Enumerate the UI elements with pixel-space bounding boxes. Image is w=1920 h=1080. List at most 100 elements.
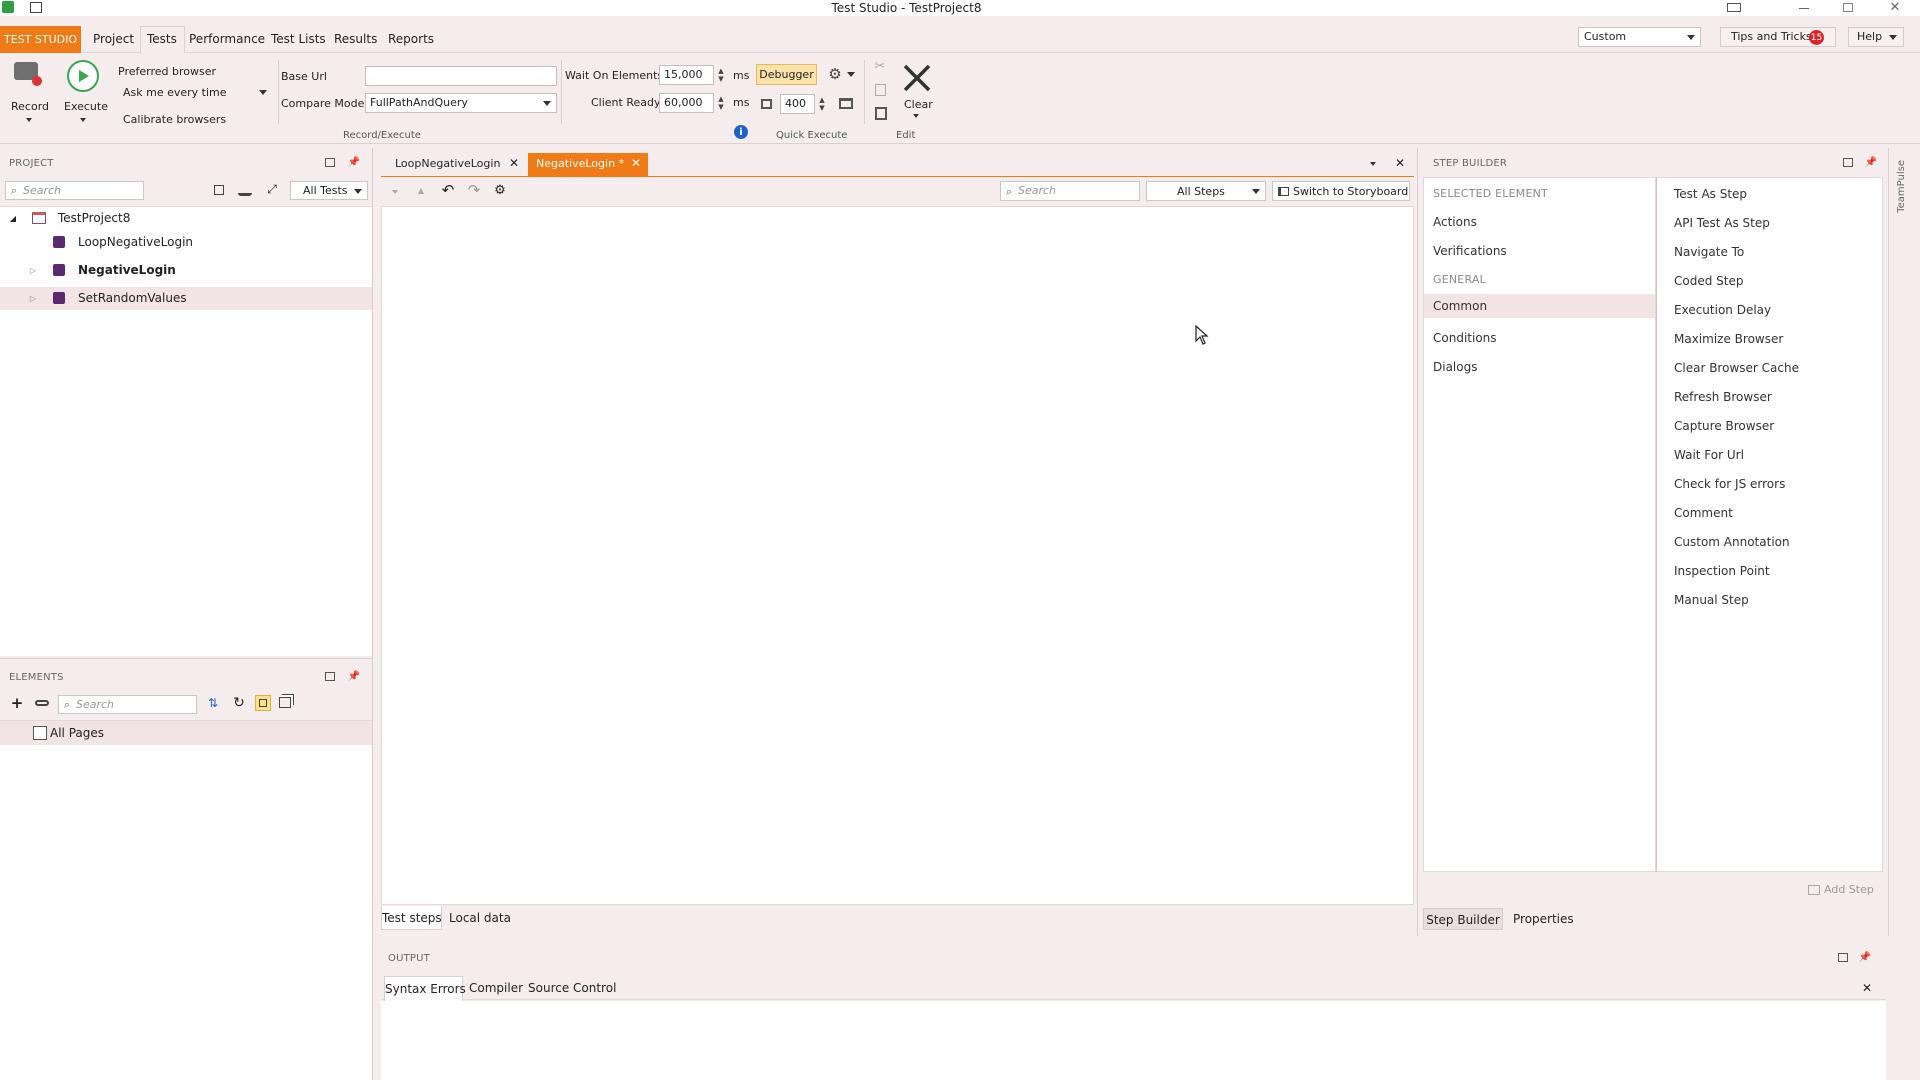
client-ready-spinner[interactable]: ▲ ▼ [715, 93, 727, 113]
tab-performance[interactable]: Performance [189, 31, 265, 47]
lock-icon[interactable] [761, 99, 772, 109]
link-icon[interactable] [35, 700, 49, 706]
info-icon[interactable]: i [734, 125, 748, 139]
step-settings-icon[interactable]: ⚙ [492, 182, 508, 198]
move-down-icon[interactable] [392, 190, 398, 194]
tab-negative-login-active[interactable]: NegativeLogin * ✕ [528, 153, 648, 176]
teampulse-side-tab[interactable]: TeamPulse [1888, 148, 1920, 936]
tree-node-all-pages[interactable]: All Pages [0, 721, 372, 745]
step-custom-annotation[interactable]: Custom Annotation [1674, 535, 1790, 549]
tree-item-test[interactable]: LoopNegativeLogin [0, 231, 372, 254]
close-window-icon[interactable]: ✕ [1888, 0, 1902, 15]
tab-project[interactable]: Project [93, 31, 134, 47]
step-capture-browser[interactable]: Capture Browser [1674, 419, 1774, 433]
tree-node-root[interactable]: ◢ TestProject8 [0, 207, 372, 230]
pin-icon[interactable]: 📌 [1859, 950, 1871, 964]
float-panel-icon[interactable] [1843, 158, 1853, 167]
tab-properties[interactable]: Properties [1513, 908, 1574, 930]
close-output-icon[interactable]: ✕ [1860, 981, 1874, 995]
step-clear-browser-cache[interactable]: Clear Browser Cache [1674, 361, 1799, 375]
tab-reports[interactable]: Reports [388, 31, 434, 47]
undo-icon[interactable]: ↶ [440, 181, 456, 199]
tree-expand-icon[interactable]: ▷ [28, 265, 38, 275]
speed-input[interactable]: 400 [780, 94, 815, 114]
window-icon[interactable] [839, 98, 853, 109]
pin-icon[interactable]: 📌 [1865, 155, 1877, 169]
pin-icon[interactable]: 📌 [348, 669, 360, 683]
tab-loop-negative-login[interactable]: LoopNegativeLogin ✕ [381, 153, 525, 176]
layout-select[interactable]: Custom [1578, 27, 1701, 47]
steps-filter-select[interactable]: All Steps [1146, 181, 1266, 201]
collapse-all-icon[interactable] [214, 185, 224, 195]
calibrate-browsers-button[interactable]: Calibrate browsers [123, 113, 226, 126]
redo-icon[interactable]: ↷ [466, 181, 482, 199]
base-url-input[interactable] [365, 66, 557, 86]
test-filter-select[interactable]: All Tests [290, 181, 368, 200]
tab-syntax-errors[interactable]: Syntax Errors [384, 976, 466, 1001]
view-toggle-icon[interactable] [255, 695, 271, 711]
help-button[interactable]: Help [1848, 27, 1904, 47]
float-panel-icon[interactable] [325, 158, 335, 167]
step-comment[interactable]: Comment [1674, 506, 1733, 520]
tab-source-control[interactable]: Source Control [528, 976, 616, 1000]
step-manual-step[interactable]: Manual Step [1674, 593, 1749, 607]
tab-results[interactable]: Results [334, 31, 377, 47]
paste-icon[interactable] [875, 107, 887, 120]
elements-search-input[interactable]: ⌕ Search [58, 695, 197, 714]
tips-button[interactable]: Tips and Tricks 15 [1720, 27, 1836, 47]
step-navigate-to[interactable]: Navigate To [1674, 245, 1744, 259]
step-check-js-errors[interactable]: Check for JS errors [1674, 477, 1785, 491]
category-actions[interactable]: Actions [1433, 215, 1477, 229]
step-inspection-point[interactable]: Inspection Point [1674, 564, 1770, 578]
speed-spinner[interactable]: ▲ ▼ [816, 94, 828, 114]
step-test-as-step[interactable]: Test As Step [1674, 187, 1747, 201]
move-up-icon[interactable]: ▲ [416, 185, 426, 195]
cut-icon[interactable]: ✂ [872, 58, 888, 74]
category-common-selected[interactable]: Common [1424, 294, 1655, 318]
user-icon[interactable] [238, 182, 252, 196]
tab-compiler[interactable]: Compiler [469, 976, 523, 1000]
wait-elements-input[interactable]: 15,000 [659, 65, 714, 85]
tree-item-test-selected[interactable]: ▷ SetRandomValues [0, 287, 372, 310]
chevron-down-icon[interactable] [847, 72, 855, 77]
tab-test-lists[interactable]: Test Lists [271, 31, 326, 47]
copy-view-icon[interactable] [279, 697, 291, 708]
close-tab-icon[interactable]: ✕ [629, 156, 643, 170]
add-icon[interactable]: + [10, 694, 24, 712]
wait-elements-spinner[interactable]: ▲ ▼ [715, 65, 727, 85]
client-ready-input[interactable]: 60,000 [659, 93, 714, 113]
display-icon[interactable] [1727, 3, 1741, 12]
close-tab-icon[interactable]: ✕ [507, 156, 521, 170]
record-button[interactable]: Record [6, 56, 52, 126]
preferred-browser-select[interactable]: Ask me every time [118, 83, 272, 102]
category-verifications[interactable]: Verifications [1433, 244, 1507, 258]
copy-icon[interactable] [875, 84, 886, 96]
step-maximize-browser[interactable]: Maximize Browser [1674, 332, 1783, 346]
clear-button[interactable]: Clear [898, 60, 936, 124]
tab-test-steps[interactable]: Test steps [381, 906, 442, 930]
tree-item-test[interactable]: ▷ NegativeLogin [0, 259, 372, 282]
category-conditions[interactable]: Conditions [1433, 331, 1497, 345]
project-search-input[interactable]: ⌕ Search [5, 181, 144, 200]
debugger-toggle[interactable]: Debugger [756, 64, 817, 85]
brand-tab[interactable]: TEST STUDIO [0, 26, 81, 53]
switch-storyboard-button[interactable]: Switch to Storyboard [1272, 181, 1410, 201]
tab-local-data[interactable]: Local data [449, 906, 511, 930]
refresh-icon[interactable]: ↻ [231, 695, 247, 711]
minimize-icon[interactable] [1799, 8, 1809, 9]
add-step-button[interactable]: Add Step [1805, 880, 1881, 900]
step-api-test-as-step[interactable]: API Test As Step [1674, 216, 1770, 230]
step-refresh-browser[interactable]: Refresh Browser [1674, 390, 1772, 404]
steps-canvas[interactable] [381, 206, 1414, 905]
pin-icon[interactable]: 📌 [348, 155, 360, 169]
float-panel-icon[interactable] [1838, 953, 1848, 962]
sort-icon[interactable]: ⇅ [205, 695, 221, 711]
tree-collapse-icon[interactable]: ◢ [8, 213, 18, 223]
close-editor-icon[interactable]: ✕ [1393, 156, 1407, 170]
expand-icon[interactable]: ⤢ [264, 181, 280, 197]
tab-step-builder[interactable]: Step Builder [1423, 908, 1503, 930]
step-coded-step[interactable]: Coded Step [1674, 274, 1743, 288]
steps-search-input[interactable]: ⌕ Search [1000, 181, 1140, 201]
compare-mode-select[interactable]: FullPathAndQuery [365, 93, 557, 113]
execute-button[interactable]: Execute [62, 56, 108, 126]
